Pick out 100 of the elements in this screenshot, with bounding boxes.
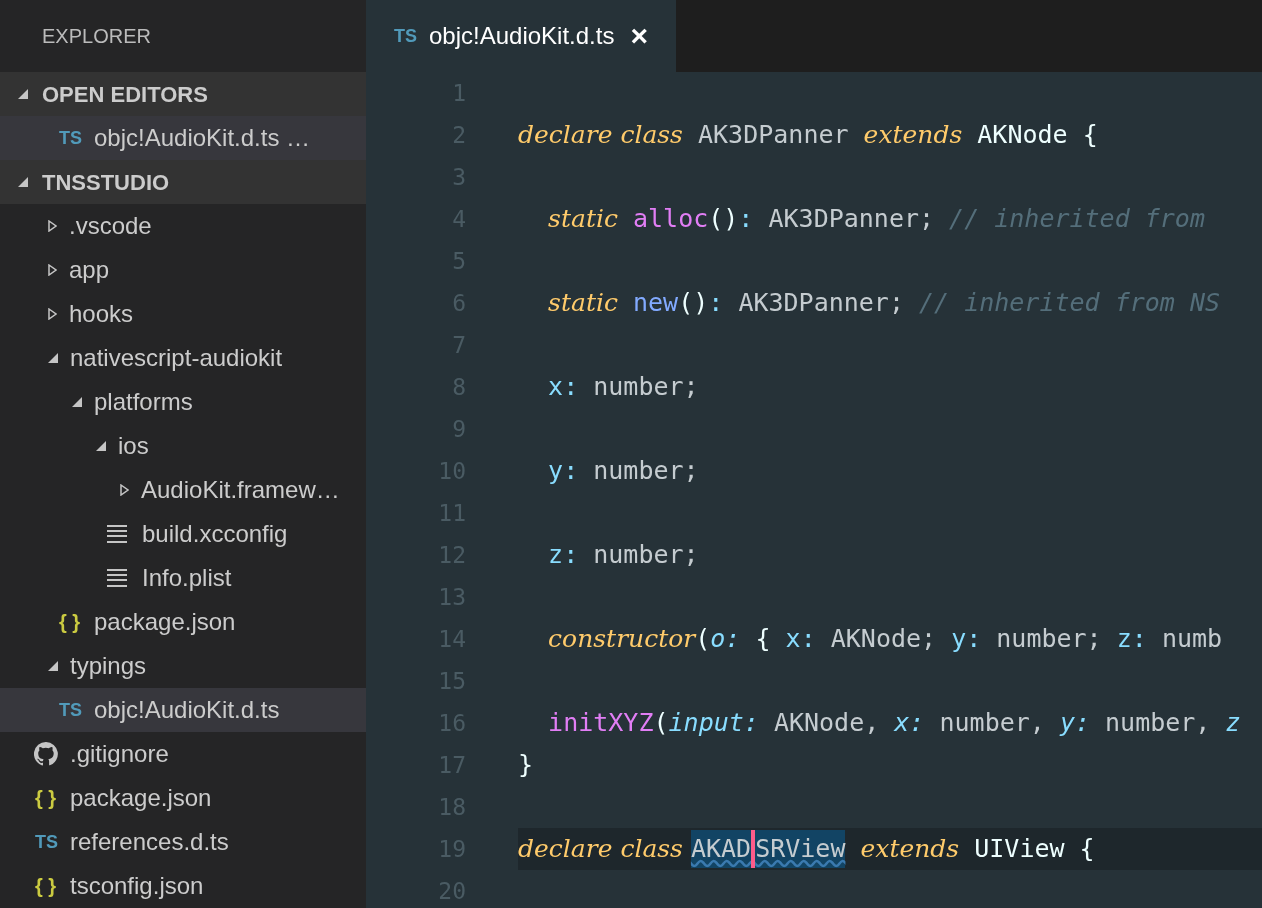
code-token: AK3DPanner <box>697 119 850 152</box>
code-token: z: <box>547 539 579 572</box>
tree-item-label: objc!AudioKit.d.ts … <box>94 123 311 153</box>
code-token: x: <box>547 371 579 404</box>
tree-item-label: package.json <box>70 783 212 813</box>
tree-item-label: build.xcconfig <box>142 519 288 549</box>
code-token: extends <box>863 119 963 152</box>
expanded-arrow-icon <box>48 353 58 363</box>
editor-tab[interactable]: TS objc!AudioKit.d.ts × <box>366 0 676 72</box>
tree-item[interactable]: .gitignore <box>0 732 366 776</box>
code-token: x: <box>894 707 925 740</box>
code-token: input: <box>668 707 759 740</box>
collapsed-arrow-icon <box>120 484 129 496</box>
tree-item-label: platforms <box>94 387 193 417</box>
tree-item-label: AudioKit.framew… <box>141 475 340 505</box>
tree-item[interactable]: build.xcconfig <box>0 512 366 556</box>
tree-item[interactable]: typings <box>0 644 366 688</box>
code-token: initXYZ <box>547 707 654 740</box>
lines-file-icon <box>107 569 127 587</box>
code-token: : <box>738 203 754 236</box>
code-token: z: <box>1116 623 1147 656</box>
tree-item[interactable]: platforms <box>0 380 366 424</box>
code-token: AKAD <box>690 830 752 868</box>
code-token: // inherited from NS <box>919 287 1221 320</box>
code-token: { <box>754 623 772 656</box>
code-token: AKNode, <box>772 707 881 740</box>
code-token: x: <box>785 623 816 656</box>
lines-file-icon <box>107 525 127 543</box>
tree-item[interactable]: ios <box>0 424 366 468</box>
typescript-file-icon: TS <box>59 696 82 724</box>
code-token: number; <box>592 371 699 404</box>
braces-icon: { } <box>34 783 56 813</box>
tree-item[interactable]: app <box>0 248 366 292</box>
close-button[interactable]: × <box>630 21 648 51</box>
tree-item[interactable]: { } package.json <box>0 776 366 820</box>
tree-item[interactable]: TS references.d.ts <box>0 820 366 864</box>
tree-item[interactable]: Info.plist <box>0 556 366 600</box>
typescript-file-icon: TS <box>35 828 58 856</box>
code-token: SRView <box>755 830 846 868</box>
tree-item-label: typings <box>70 651 147 681</box>
tree-item[interactable]: { } tsconfig.json <box>0 864 366 908</box>
code-token: UIView { <box>973 833 1095 866</box>
code-token: } <box>518 749 534 782</box>
section-header[interactable]: OPEN EDITORS <box>0 72 366 116</box>
code-token: static <box>548 287 618 320</box>
expanded-arrow-icon <box>96 441 106 451</box>
typescript-file-icon: TS <box>59 124 82 152</box>
code-token: () <box>708 203 739 236</box>
tree-item-label: hooks <box>69 299 134 329</box>
code-token: z <box>1225 707 1241 740</box>
github-icon <box>34 742 58 766</box>
code-token: AK3DPanner; <box>737 287 905 320</box>
typescript-file-icon: TS <box>394 22 417 50</box>
collapsed-arrow-icon <box>48 308 57 320</box>
code-token: y: <box>951 623 982 656</box>
sidebar-title: EXPLORER <box>42 24 151 49</box>
code-token: number, <box>1104 707 1212 740</box>
expanded-arrow-icon <box>48 661 58 671</box>
text-cursor <box>751 830 756 868</box>
code-token: : <box>708 287 724 320</box>
code-token: AKNode; <box>829 623 938 656</box>
code-token: number; <box>995 623 1103 656</box>
tree-item[interactable]: nativescript-audiokit <box>0 336 366 380</box>
tree-item-label: nativescript-audiokit <box>70 343 283 373</box>
code-token: alloc <box>632 203 709 236</box>
tree-item[interactable]: hooks <box>0 292 366 336</box>
expanded-arrow-icon <box>72 397 82 407</box>
code-token: number, <box>938 707 1046 740</box>
code-token: new <box>632 287 679 320</box>
code-token: declare class <box>518 833 684 866</box>
section-header[interactable]: TNSSTUDIO <box>0 160 366 204</box>
braces-icon: { } <box>58 607 80 637</box>
tree-item-label: tsconfig.json <box>70 871 204 901</box>
tree-item[interactable]: AudioKit.framew… <box>0 468 366 512</box>
collapsed-arrow-icon <box>48 264 57 276</box>
code-token: AK3DPanner; <box>767 203 936 236</box>
tree-item-label: ios <box>118 431 149 461</box>
code-token: static <box>548 203 618 236</box>
code-token: constructor <box>548 623 696 656</box>
code-token: ( <box>653 707 669 740</box>
code-token: o: <box>710 623 741 656</box>
code-token: y: <box>547 455 579 488</box>
tree-item-label: .gitignore <box>70 739 169 769</box>
expanded-arrow-icon <box>18 89 28 99</box>
code-token: AKNode { <box>976 119 1098 152</box>
code-token: y: <box>1059 707 1090 740</box>
tree-item-label: app <box>69 255 110 285</box>
expanded-arrow-icon <box>18 177 28 187</box>
tree-item[interactable]: TS objc!AudioKit.d.ts … <box>0 116 366 160</box>
tree-item-label: .vscode <box>69 211 152 241</box>
tree-item[interactable]: TS objc!AudioKit.d.ts <box>0 688 366 732</box>
braces-icon: { } <box>34 871 56 901</box>
tree-item-label: references.d.ts <box>70 827 229 857</box>
tree-item-label: objc!AudioKit.d.ts <box>94 695 280 725</box>
tree-item-label: Info.plist <box>142 563 232 593</box>
tree-item[interactable]: { } package.json <box>0 600 366 644</box>
code-token: numb <box>1160 623 1223 656</box>
code-token: number; <box>592 539 699 572</box>
code-token: () <box>678 287 709 320</box>
tree-item[interactable]: .vscode <box>0 204 366 248</box>
